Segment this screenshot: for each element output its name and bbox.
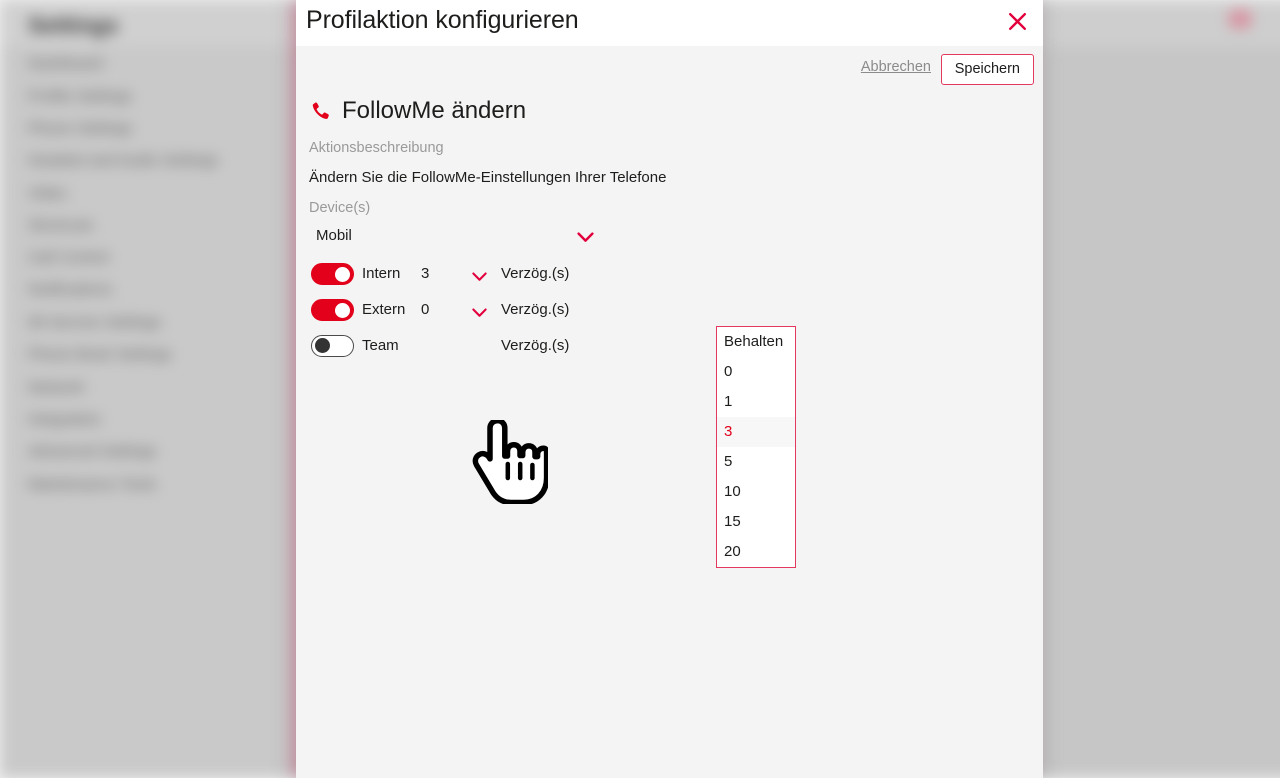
background-sidebar-item: Advanced Settings (28, 443, 157, 460)
background-sidebar-item: Headset and Audio Settings (28, 152, 219, 169)
screen: Settings Dashboard Profile Settings Phone … (0, 0, 1280, 778)
toggle-row-label: Intern (362, 265, 401, 282)
chevron-down-icon (577, 230, 594, 248)
toggle-row: Extern 0 Verzög.(s) (296, 294, 696, 328)
dialog-title: Profilaktion konfigurieren (306, 6, 579, 34)
delay-unit-label: Verzög.(s) (501, 265, 570, 282)
chevron-down-icon[interactable] (472, 305, 487, 323)
background-sidebar-item: Dashboard (28, 55, 104, 72)
close-icon[interactable] (1003, 7, 1031, 35)
description-label: Aktionsbeschreibung (309, 140, 444, 156)
dropdown-option[interactable]: 1 (717, 387, 795, 417)
delay-unit-label: Verzög.(s) (501, 337, 570, 354)
dropdown-option[interactable]: 3 (717, 417, 795, 447)
toggle-row: Team Verzög.(s) (296, 330, 696, 364)
phone-handset-icon (309, 100, 332, 123)
background-sidebar: Settings Dashboard Profile Settings Phone … (0, 0, 280, 778)
background-sidebar-item: Notifications (28, 281, 113, 298)
toggle-knob (315, 338, 330, 353)
delay-value[interactable]: 3 (421, 265, 429, 282)
toggle-switch-team[interactable] (311, 335, 354, 357)
action-heading-label: FollowMe ändern (342, 97, 527, 124)
toggle-switch-intern[interactable] (311, 263, 354, 285)
save-button[interactable]: Speichern (940, 54, 1034, 86)
delay-options-dropdown[interactable]: Behalten 0 1 3 5 10 15 20 (716, 326, 796, 568)
device-label: Device(s) (309, 200, 371, 216)
device-select-value: Mobil (316, 227, 352, 244)
toggle-row-label: Team (362, 337, 399, 354)
dropdown-option[interactable]: 15 (717, 507, 795, 537)
background-sidebar-item: Video (28, 185, 68, 202)
dialog-header: Profilaktion konfigurieren (296, 0, 1043, 47)
delay-unit-label: Verzög.(s) (501, 301, 570, 318)
chevron-down-icon[interactable] (472, 269, 487, 287)
toggle-knob (335, 267, 350, 282)
background-sidebar-item: Call Control (28, 249, 109, 266)
background-sidebar-item: Phone Book Settings (28, 346, 172, 363)
toggle-row-label: Extern (362, 301, 406, 318)
toggle-switch-extern[interactable] (311, 299, 354, 321)
background-sidebar-item: Integration (28, 411, 102, 428)
cancel-button[interactable]: Abbrechen (861, 59, 931, 75)
delay-value[interactable]: 0 (421, 301, 429, 318)
configure-profile-action-dialog: Profilaktion konfigurieren Abbrechen Spe… (296, 0, 1043, 778)
dialog-action-bar: Abbrechen Speichern (296, 46, 1043, 94)
dropdown-option[interactable]: 5 (717, 447, 795, 477)
background-accent-badge (1229, 10, 1251, 28)
background-sidebar-item: IM Service Settings (28, 314, 162, 331)
background-sidebar-title: Settings (28, 12, 119, 38)
dialog-body: FollowMe ändern Aktionsbeschreibung Ände… (296, 94, 1043, 778)
toggle-knob (335, 303, 350, 318)
dropdown-option[interactable]: 10 (717, 477, 795, 507)
dropdown-option[interactable]: 0 (717, 357, 795, 387)
background-sidebar-item: Maintenance Tools (28, 476, 157, 493)
dropdown-option[interactable]: 20 (717, 537, 795, 567)
toggle-row: Intern 3 Verzög.(s) (296, 258, 696, 292)
action-heading: FollowMe ändern (309, 97, 526, 125)
description-text: Ändern Sie die FollowMe-Einstellungen Ih… (309, 169, 667, 186)
device-select[interactable]: Mobil (296, 222, 596, 252)
delay-options-list: Behalten 0 1 3 5 10 15 20 (717, 327, 795, 567)
background-sidebar-item: Network (28, 379, 85, 396)
background-sidebar-item: Profile Settings (28, 88, 133, 105)
dropdown-option[interactable]: Behalten (717, 327, 795, 357)
background-sidebar-item: Phone Settings (28, 120, 133, 137)
background-sidebar-item: Shortcuts (28, 217, 94, 234)
